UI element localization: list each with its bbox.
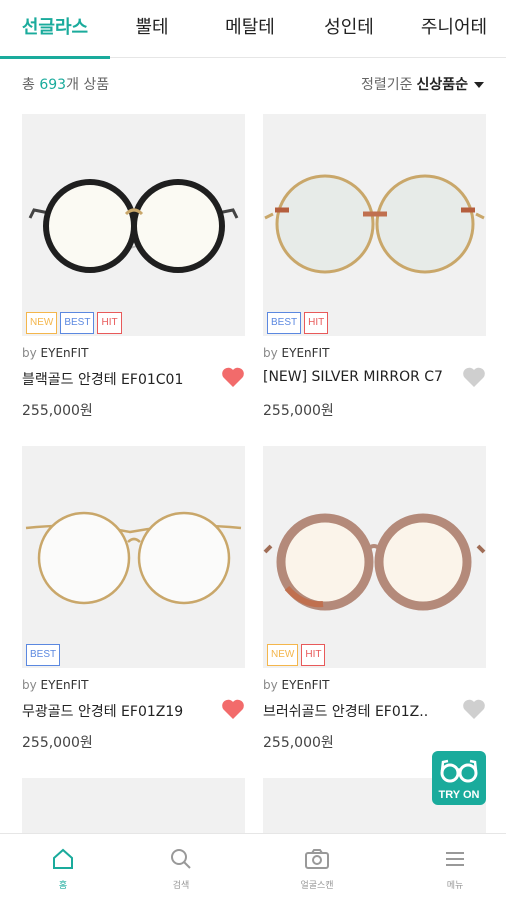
- badge-new: NEW: [267, 644, 299, 666]
- nav-face-scan[interactable]: 얼굴스캔: [254, 834, 380, 900]
- product-card[interactable]: BEST by EYEnFIT 무광골드 안경테 EF01Z19 255,000…: [22, 446, 245, 751]
- tab-horn-frame[interactable]: 뿔테: [110, 0, 194, 58]
- product-card[interactable]: BEST HIT by EYEnFIT [NEW] SILVER MIRROR …: [263, 114, 486, 419]
- brand-prefix: by: [22, 346, 41, 360]
- glasses-icon: [440, 759, 478, 783]
- nav-home[interactable]: 홈: [0, 834, 126, 900]
- try-on-label: TRY ON: [438, 789, 480, 801]
- product-brand: by EYEnFIT: [22, 678, 88, 692]
- nav-menu-label: 메뉴: [446, 881, 464, 891]
- sort-label: 정렬기준: [360, 77, 413, 93]
- product-image: BEST: [22, 446, 245, 668]
- product-price: 255,000원: [22, 735, 93, 751]
- product-image: NEW HIT: [263, 446, 486, 668]
- brand-prefix: by: [263, 678, 282, 692]
- brand-name: EYEnFIT: [40, 346, 89, 360]
- home-icon: [53, 848, 73, 869]
- count-suffix: 개 상품: [66, 77, 110, 93]
- product-image: NEW BEST HIT: [22, 114, 245, 336]
- menu-icon: [446, 852, 464, 866]
- nav-search-label: 검색: [172, 881, 190, 891]
- heart-icon[interactable]: [462, 366, 486, 388]
- badge-best: BEST: [267, 312, 302, 334]
- product-price: 255,000원: [22, 403, 93, 419]
- product-card[interactable]: NEW BEST HIT by EYEnFIT 블랙골드 안경테 EF01C01…: [22, 114, 245, 419]
- category-tabs: 선글라스 뿔테 메탈테 성인테 주니어테: [0, 0, 506, 59]
- bottom-nav: 홈 검색 얼굴스캔 메뉴: [0, 833, 506, 900]
- glasses-photo-icon: [263, 513, 486, 611]
- badge-hit: HIT: [304, 312, 329, 334]
- product-price: 255,000원: [263, 403, 334, 419]
- glasses-photo-icon: [25, 511, 242, 605]
- badge-group: BEST HIT: [267, 312, 329, 334]
- product-image-partial[interactable]: [22, 778, 245, 833]
- product-name: 블랙골드 안경테 EF01C01: [22, 372, 184, 388]
- heart-icon[interactable]: [221, 366, 245, 388]
- brand-name: EYEnFIT: [40, 678, 89, 692]
- brand-prefix: by: [22, 678, 41, 692]
- product-count: 총 693개 상품: [22, 74, 109, 94]
- heart-icon[interactable]: [221, 698, 245, 720]
- badge-hit: HIT: [97, 312, 122, 334]
- caret-down-icon: [474, 82, 484, 88]
- sort-dropdown[interactable]: 정렬기준 신상품순: [361, 74, 484, 94]
- product-brand: by EYEnFIT: [263, 346, 329, 360]
- tab-adult-frame[interactable]: 성인테: [306, 0, 392, 58]
- nav-face-scan-label: 얼굴스캔: [300, 881, 334, 891]
- camera-icon: [305, 849, 329, 869]
- brand-prefix: by: [263, 346, 282, 360]
- tab-metal-frame[interactable]: 메탈테: [204, 0, 296, 58]
- try-on-button[interactable]: TRY ON: [432, 751, 486, 805]
- product-card[interactable]: NEW HIT by EYEnFIT 브러쉬골드 안경테 EF01Z.. 255…: [263, 446, 486, 751]
- product-name: 무광골드 안경테 EF01Z19: [22, 704, 184, 720]
- badge-group: NEW HIT: [267, 644, 326, 666]
- badge-hit: HIT: [301, 644, 326, 666]
- tab-sunglasses[interactable]: 선글라스: [0, 0, 110, 59]
- sort-value: 신상품순: [416, 77, 468, 93]
- badge-group: BEST: [26, 644, 61, 666]
- badge-new: NEW: [26, 312, 58, 334]
- product-name: [NEW] SILVER MIRROR C7: [263, 369, 443, 385]
- nav-search[interactable]: 검색: [118, 834, 244, 900]
- nav-menu[interactable]: 메뉴: [392, 834, 506, 900]
- product-image: BEST HIT: [263, 114, 486, 336]
- brand-name: EYEnFIT: [281, 678, 330, 692]
- product-brand: by EYEnFIT: [22, 346, 88, 360]
- product-name: 브러쉬골드 안경테 EF01Z..: [263, 704, 429, 720]
- brand-name: EYEnFIT: [281, 346, 330, 360]
- nav-home-label: 홈: [58, 881, 68, 891]
- glasses-photo-icon: [264, 174, 485, 274]
- tab-junior-frame[interactable]: 주니어테: [404, 0, 504, 58]
- badge-best: BEST: [26, 644, 61, 666]
- product-price: 255,000원: [263, 735, 334, 751]
- product-brand: by EYEnFIT: [263, 678, 329, 692]
- search-icon: [171, 849, 191, 869]
- count-value: 693: [39, 77, 67, 93]
- badge-best: BEST: [60, 312, 95, 334]
- count-prefix: 총: [22, 77, 40, 93]
- heart-icon[interactable]: [462, 698, 486, 720]
- glasses-photo-icon: [28, 179, 239, 273]
- badge-group: NEW BEST HIT: [26, 312, 122, 334]
